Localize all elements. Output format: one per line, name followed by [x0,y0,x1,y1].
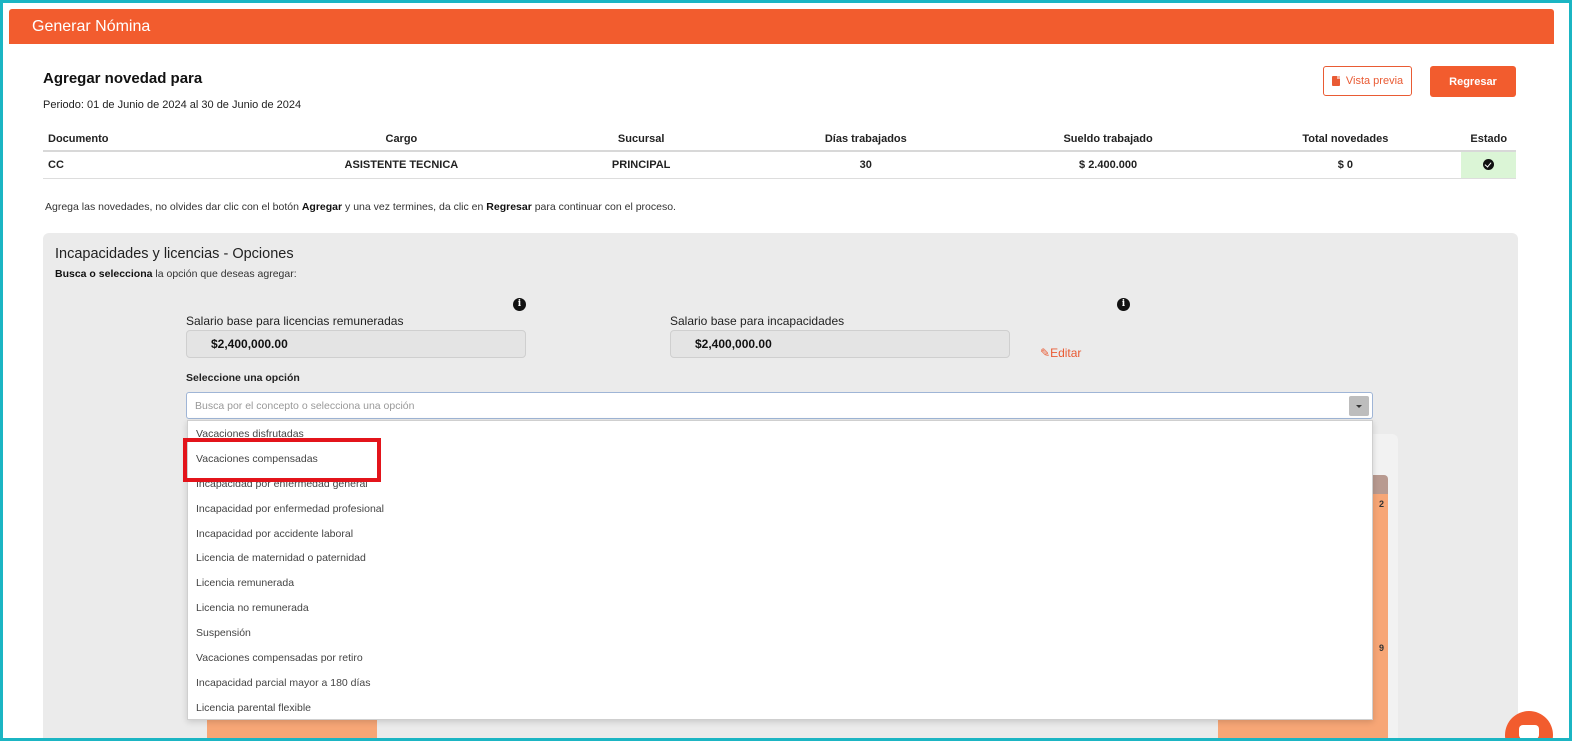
dropdown-option[interactable]: Licencia de maternidad o paternidad [188,546,1372,571]
panel-subtitle-bold: Busca o selecciona [55,268,153,280]
pencil-icon: ✎ [1040,346,1051,360]
salary-incapacidades-field: $2,400,000.00 [670,330,1010,358]
window-frame: Generar Nómina Agregar novedad para Peri… [0,0,1572,741]
col-documento: Documento [43,127,266,152]
dropdown-option[interactable]: Licencia remunerada [188,571,1372,596]
cell-sucursal: PRINCIPAL [537,151,745,179]
info-icon[interactable]: i [513,298,526,311]
edit-link-label: Editar [1050,346,1082,360]
instructions-text: Agrega las novedades, no olvides dar cli… [45,201,676,213]
dropdown-option[interactable]: Suspensión [188,621,1372,646]
dropdown-arrow-icon[interactable] [1349,396,1369,416]
panel-subtitle: Busca o selecciona la opción que deseas … [55,268,297,280]
col-dias: Días trabajados [744,127,987,152]
info-icon[interactable]: i [1117,298,1130,311]
instructions-part: y una vez termines, da clic en [342,201,487,213]
check-circle-icon [1483,159,1495,171]
instructions-regresar: Regresar [486,201,532,213]
instructions-agregar: Agregar [301,201,343,213]
dropdown-option[interactable]: Incapacidad por accidente laboral [188,522,1372,547]
back-button[interactable]: Regresar [1430,66,1516,97]
option-select[interactable] [186,392,1373,419]
period-text: Periodo: 01 de Junio de 2024 al 30 de Ju… [43,99,302,111]
col-sueldo: Sueldo trabajado [986,127,1230,152]
page-title: Agregar novedad para [43,70,203,87]
select-label: Seleccione una opción [186,372,300,384]
cell-dias: 30 [744,151,987,179]
table-header-row: Documento Cargo Sucursal Días trabajados… [43,127,1516,152]
cell-total-novedades: $ 0 [1229,151,1462,179]
instructions-part: Agrega las novedades, no olvides dar cli… [45,201,302,213]
cell-documento: CC [43,151,266,179]
header-bar: Generar Nómina [9,9,1554,44]
preview-button-label: Vista previa [1345,75,1404,87]
highlight-box [183,438,381,482]
preview-button[interactable]: Vista previa [1323,66,1412,96]
cell-estado [1461,151,1516,179]
dropdown-option[interactable]: Incapacidad por enfermedad profesional [188,497,1372,522]
background-number: 9 [1379,643,1385,653]
cell-cargo: ASISTENTE TECNICA [265,151,538,179]
panel-title: Incapacidades y licencias - Opciones [55,246,294,262]
instructions-part: para continuar con el proceso. [531,201,676,213]
salary-licencias-field: $2,400,000.00 [186,330,526,358]
table-row: CC ASISTENTE TECNICA PRINCIPAL 30 $ 2.40… [43,151,1516,179]
panel-subtitle-rest: la opción que deseas agregar: [152,268,297,280]
header-title: Generar Nómina [32,18,151,35]
option-search-input[interactable] [187,393,1337,418]
col-estado: Estado [1461,127,1516,152]
cell-sueldo: $ 2.400.000 [986,151,1230,179]
background-number: 2 [1379,499,1385,509]
dropdown-option[interactable]: Licencia no remunerada [188,596,1372,621]
dropdown-option[interactable]: Incapacidad parcial mayor a 180 días [188,671,1372,696]
col-cargo: Cargo [265,127,538,152]
pdf-icon [1331,76,1340,86]
employee-summary-table: Documento Cargo Sucursal Días trabajados… [43,127,1516,179]
dropdown-option[interactable]: Vacaciones compensadas por retiro [188,646,1372,671]
background-strip [207,718,377,738]
dropdown-option[interactable]: Licencia parental flexible [188,696,1372,721]
col-total-novedades: Total novedades [1229,127,1462,152]
col-sucursal: Sucursal [537,127,745,152]
salary-incapacidades-label: Salario base para incapacidades [670,314,845,328]
edit-link[interactable]: ✎Editar [1040,346,1081,360]
salary-licencias-label: Salario base para licencias remuneradas [186,314,404,328]
